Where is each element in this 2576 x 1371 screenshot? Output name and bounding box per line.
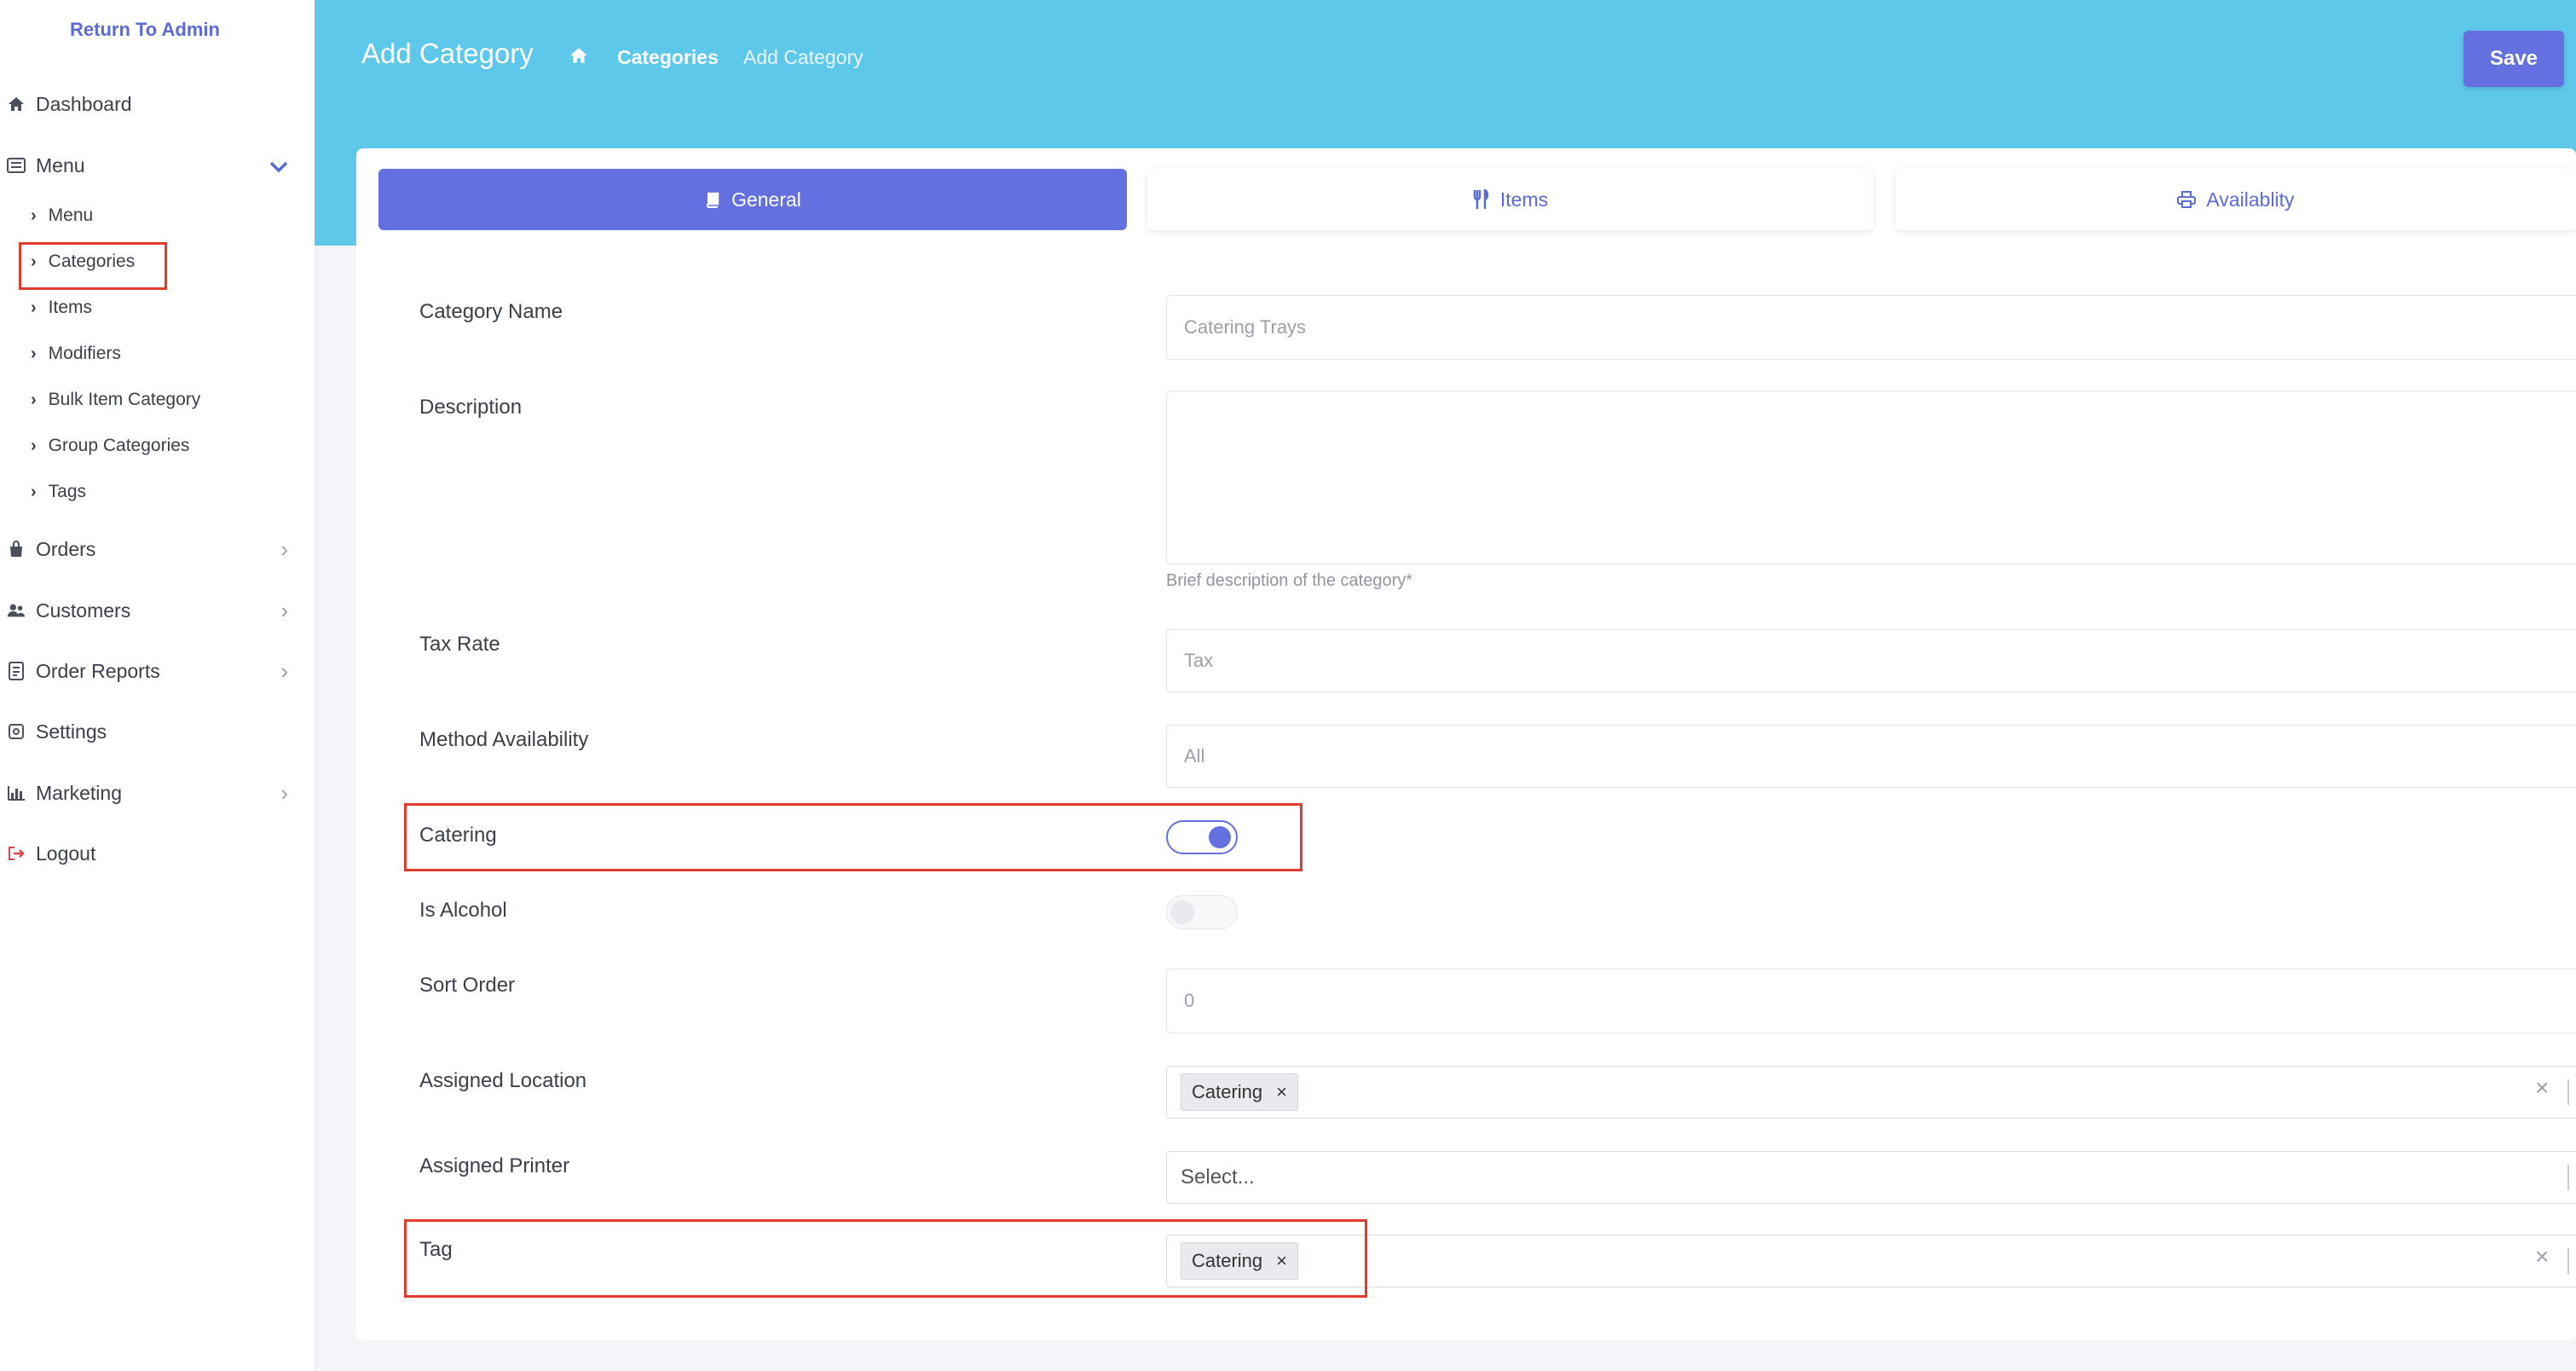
description-label: Description bbox=[419, 396, 523, 419]
sidebar-item-label: Menu bbox=[36, 153, 85, 176]
sort-order-input[interactable]: 0 bbox=[1166, 969, 2576, 1033]
home-icon[interactable] bbox=[569, 46, 590, 67]
page-title: Add Category bbox=[361, 38, 534, 69]
shopping-bag-icon bbox=[7, 540, 26, 558]
breadcrumb-categories[interactable]: Categories bbox=[617, 46, 719, 69]
tax-rate-input[interactable]: Tax bbox=[1166, 629, 2576, 692]
chevron-right-icon: › bbox=[31, 436, 37, 455]
chip-remove-icon[interactable]: × bbox=[1276, 1081, 1287, 1103]
method-availability-label: Method Availability bbox=[419, 728, 589, 751]
chevron-right-icon: › bbox=[280, 779, 288, 806]
category-name-label: Category Name bbox=[419, 300, 563, 323]
sidebar-item-marketing[interactable]: Marketing › bbox=[7, 774, 288, 812]
description-help-text: Brief description of the category* bbox=[1166, 571, 1413, 590]
category-name-input[interactable]: Catering Trays bbox=[1166, 295, 2576, 360]
method-availability-select[interactable]: All bbox=[1166, 725, 2576, 788]
bar-chart-icon bbox=[7, 784, 26, 802]
report-icon bbox=[7, 662, 26, 680]
chevron-right-icon: › bbox=[280, 597, 288, 623]
chevron-right-icon: › bbox=[31, 344, 37, 363]
chevron-right-icon: › bbox=[31, 390, 37, 409]
sidebar-subitem-label: Items bbox=[48, 298, 93, 317]
tag-select[interactable]: Catering × bbox=[1166, 1235, 2576, 1287]
return-to-admin-link[interactable]: Return To Admin bbox=[0, 19, 290, 41]
assigned-printer-select[interactable]: Select... bbox=[1166, 1151, 2576, 1204]
sidebar-item-customers[interactable]: Customers › bbox=[7, 592, 288, 629]
sidebar-item-label: Logout bbox=[36, 842, 96, 865]
assigned-location-label: Assigned Location bbox=[419, 1069, 587, 1092]
chevron-down-icon bbox=[269, 153, 288, 179]
sidebar-subitem-label: Group Categories bbox=[48, 436, 190, 455]
sidebar-item-label: Settings bbox=[36, 720, 107, 743]
category-name-placeholder: Catering Trays bbox=[1184, 316, 1307, 338]
sidebar-item-label: Dashboard bbox=[36, 92, 132, 115]
sidebar-item-order-reports[interactable]: Order Reports › bbox=[7, 652, 288, 690]
sidebar-item-label: Orders bbox=[36, 537, 96, 560]
book-icon bbox=[704, 191, 721, 208]
users-icon bbox=[7, 601, 26, 620]
sidebar-item-orders[interactable]: Orders › bbox=[7, 530, 288, 568]
tab-label: General bbox=[731, 188, 801, 211]
location-chip: Catering × bbox=[1181, 1073, 1299, 1111]
tab-label: Availablity bbox=[2206, 188, 2295, 211]
sidebar-item-label: Customers bbox=[36, 599, 131, 622]
tag-highlight-box bbox=[404, 1219, 1367, 1298]
is-alcohol-label: Is Alcohol bbox=[419, 899, 507, 922]
sidebar-subitem-menu[interactable]: › Menu bbox=[31, 200, 244, 232]
chevron-right-icon: › bbox=[280, 535, 288, 562]
sidebar-item-label: Marketing bbox=[36, 781, 122, 804]
sidebar-item-logout[interactable]: Logout bbox=[7, 835, 288, 872]
chevron-right-icon: › bbox=[31, 298, 37, 317]
settings-icon bbox=[7, 722, 26, 741]
sidebar-subitem-label: Bulk Item Category bbox=[48, 390, 201, 409]
sidebar-item-menu[interactable]: Menu bbox=[7, 147, 288, 184]
sidebar-subitem-group-categories[interactable]: › Group Categories bbox=[31, 430, 244, 462]
tab-label: Items bbox=[1499, 188, 1549, 211]
catering-highlight-box bbox=[404, 803, 1302, 871]
sidebar-item-dashboard[interactable]: Dashboard bbox=[7, 85, 288, 123]
sidebar-item-label: Order Reports bbox=[36, 659, 160, 682]
assigned-printer-label: Assigned Printer bbox=[419, 1154, 570, 1177]
breadcrumb-add-category: Add Category bbox=[743, 46, 863, 68]
sidebar-subitem-tags[interactable]: › Tags bbox=[31, 476, 244, 508]
is-alcohol-toggle[interactable] bbox=[1166, 895, 1238, 929]
tab-general[interactable]: General bbox=[378, 169, 1127, 230]
select-separator bbox=[2567, 1079, 2569, 1105]
assigned-printer-placeholder: Select... bbox=[1181, 1166, 1255, 1189]
save-button[interactable]: Save bbox=[2463, 31, 2564, 87]
sidebar-subitem-bulk-item-category[interactable]: › Bulk Item Category bbox=[31, 384, 244, 416]
sidebar-subitem-label: Modifiers bbox=[48, 344, 121, 363]
sort-order-label: Sort Order bbox=[419, 974, 516, 997]
tab-items[interactable]: Items bbox=[1147, 169, 1874, 230]
sort-order-placeholder: 0 bbox=[1184, 990, 1195, 1011]
sidebar: Return To Admin Dashboard Menu › Menu › … bbox=[0, 0, 315, 1371]
list-icon bbox=[7, 156, 26, 175]
sidebar-subitem-modifiers[interactable]: › Modifiers bbox=[31, 338, 244, 370]
method-availability-value: All bbox=[1184, 745, 1205, 766]
clear-location-icon[interactable]: × bbox=[2535, 1074, 2549, 1102]
select-separator bbox=[2567, 1248, 2569, 1274]
toggle-knob bbox=[1170, 900, 1194, 924]
utensils-icon bbox=[1473, 189, 1490, 210]
select-separator bbox=[2567, 1165, 2569, 1190]
tax-rate-placeholder: Tax bbox=[1184, 650, 1214, 671]
categories-highlight-box bbox=[19, 242, 167, 290]
chip-label: Catering bbox=[1192, 1081, 1263, 1102]
logout-icon bbox=[7, 844, 26, 863]
sidebar-subitem-label: Tags bbox=[48, 482, 87, 501]
home-icon bbox=[7, 95, 26, 113]
print-icon bbox=[2177, 191, 2197, 208]
sidebar-subitem-label: Menu bbox=[48, 205, 94, 225]
chevron-right-icon: › bbox=[31, 205, 37, 225]
assigned-location-select[interactable]: Catering × bbox=[1166, 1066, 2576, 1119]
sidebar-subitem-items[interactable]: › Items bbox=[31, 292, 244, 324]
chevron-right-icon: › bbox=[31, 482, 37, 501]
tab-availability[interactable]: Availablity bbox=[1896, 169, 2576, 230]
sidebar-item-settings[interactable]: Settings bbox=[7, 713, 288, 750]
chevron-right-icon: › bbox=[280, 657, 288, 684]
tax-rate-label: Tax Rate bbox=[419, 633, 500, 656]
clear-tag-icon[interactable]: × bbox=[2535, 1243, 2549, 1270]
description-textarea[interactable] bbox=[1166, 390, 2576, 564]
